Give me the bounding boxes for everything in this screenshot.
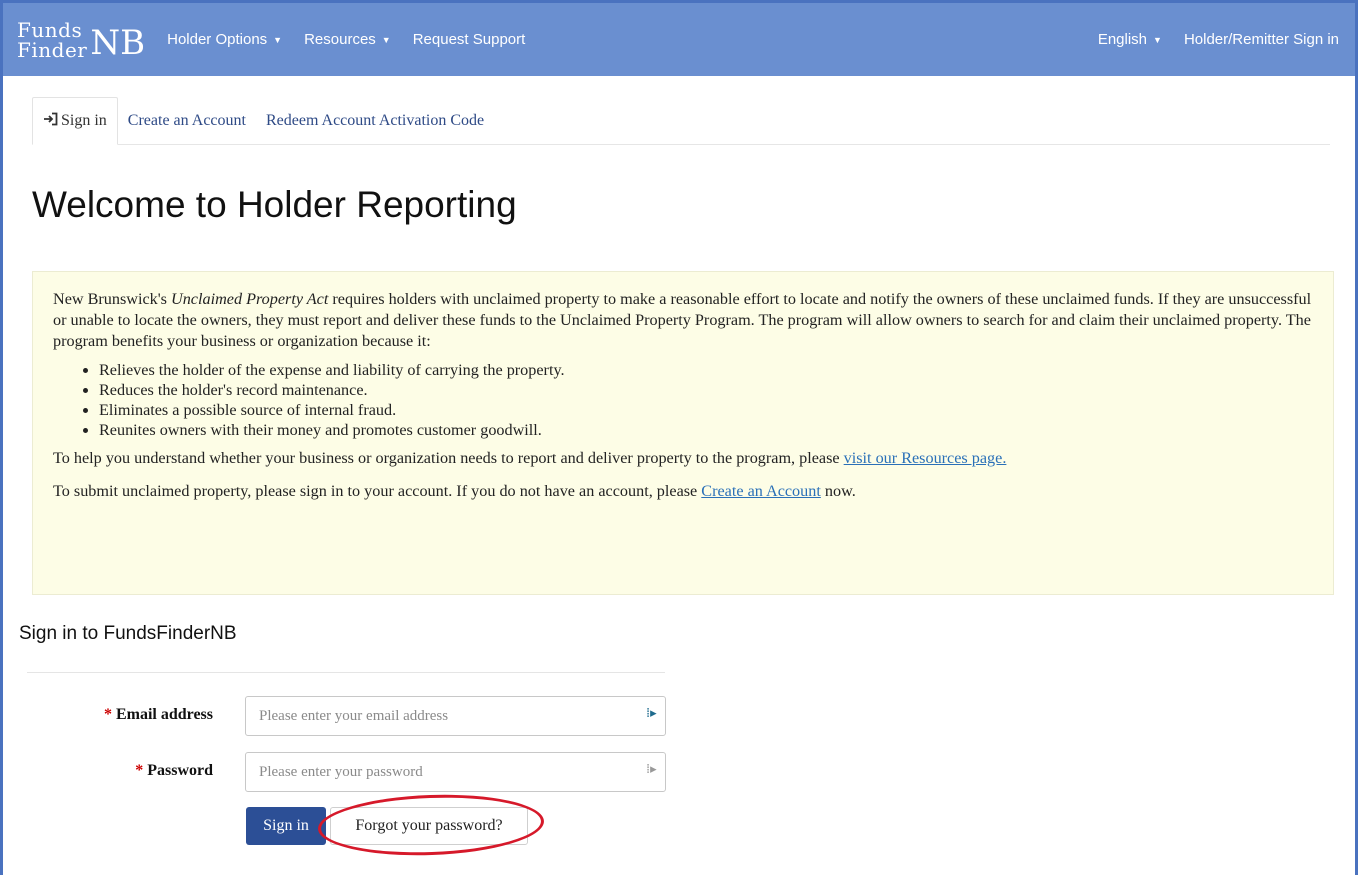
list-item: Reunites owners with their money and pro… — [99, 420, 1313, 440]
intro-act: Unclaimed Property Act — [171, 290, 329, 308]
tab-sign-in[interactable]: Sign in — [32, 97, 118, 145]
intro-pre: New Brunswick's — [53, 290, 172, 308]
logo-line-1: Funds — [17, 17, 83, 42]
divider — [27, 672, 665, 673]
password-manager-icon[interactable]: ⁞▸ — [646, 762, 657, 777]
nav-resources[interactable]: Resources ▼ — [304, 31, 391, 48]
sign-in-icon — [43, 112, 59, 130]
password-label: * Password — [60, 762, 213, 780]
tab-redeem-code[interactable]: Redeem Account Activation Code — [256, 97, 494, 145]
benefits-list: Relieves the holder of the expense and l… — [99, 360, 1313, 440]
tab-redeem-code-label: Redeem Account Activation Code — [265, 112, 485, 129]
language-selector[interactable]: English ▼ — [1098, 31, 1162, 48]
tab-create-account-label: Create an Account — [127, 112, 246, 129]
forgot-password-button[interactable]: Forgot your password? — [330, 807, 528, 845]
required-marker: * — [103, 706, 112, 723]
info-intro: New Brunswick's Unclaimed Property Act r… — [53, 289, 1313, 352]
nav-holder-sign-in[interactable]: Holder/Remitter Sign in — [1184, 31, 1339, 48]
page-title: Welcome to Holder Reporting — [32, 184, 517, 225]
resources-link[interactable]: visit our Resources page. — [844, 449, 1007, 467]
info-resources: To help you understand whether your busi… — [53, 448, 1313, 469]
email-field[interactable] — [245, 696, 666, 736]
email-label-text: Email address — [115, 706, 213, 723]
caret-down-icon: ▼ — [273, 34, 283, 45]
caret-down-icon: ▼ — [381, 34, 391, 45]
password-label-text: Password — [147, 762, 213, 779]
caret-down-icon: ▼ — [1153, 34, 1162, 45]
language-label: English — [1097, 31, 1148, 48]
tab-sign-in-label: Sign in — [61, 112, 107, 129]
info-account: To submit unclaimed property, please sig… — [53, 481, 1313, 502]
sign-in-button[interactable]: Sign in — [246, 807, 326, 845]
nav-request-support[interactable]: Request Support — [413, 31, 526, 48]
info-panel: New Brunswick's Unclaimed Property Act r… — [32, 271, 1334, 595]
account-tabs: Sign in Create an Account Redeem Account… — [32, 97, 1330, 145]
tab-create-account[interactable]: Create an Account — [118, 97, 256, 145]
list-item: Eliminates a possible source of internal… — [99, 400, 1313, 420]
signin-title: Sign in to FundsFinderNB — [19, 623, 237, 644]
nav-request-support-label: Request Support — [412, 31, 526, 48]
nav-holder-options-label: Holder Options — [167, 31, 268, 48]
nav-holder-sign-in-label: Holder/Remitter Sign in — [1183, 31, 1339, 48]
resources-pre: To help you understand whether your busi… — [53, 449, 844, 467]
account-pre: To submit unclaimed property, please sig… — [53, 482, 702, 500]
nav-links: Holder Options ▼ Resources ▼ Request Sup… — [167, 31, 525, 48]
nav-resources-label: Resources — [304, 31, 376, 48]
logo-text: Funds Finder — [17, 20, 87, 60]
email-label: * Email address — [60, 706, 213, 724]
brand-logo[interactable]: Funds Finder NB — [17, 19, 145, 61]
logo-suffix: NB — [90, 22, 146, 63]
list-item: Relieves the holder of the expense and l… — [99, 360, 1313, 380]
logo-line-2: Finder — [17, 37, 88, 62]
password-manager-icon[interactable]: ⁞▸ — [646, 706, 657, 721]
account-post: now. — [820, 482, 856, 500]
nav-right: English ▼ Holder/Remitter Sign in — [1098, 31, 1339, 48]
password-field[interactable] — [245, 752, 666, 792]
list-item: Reduces the holder's record maintenance. — [99, 380, 1313, 400]
create-account-link[interactable]: Create an Account — [701, 482, 821, 500]
nav-holder-options[interactable]: Holder Options ▼ — [167, 31, 282, 48]
top-navbar: Funds Finder NB Holder Options ▼ Resourc… — [3, 3, 1355, 76]
required-marker: * — [135, 762, 144, 779]
